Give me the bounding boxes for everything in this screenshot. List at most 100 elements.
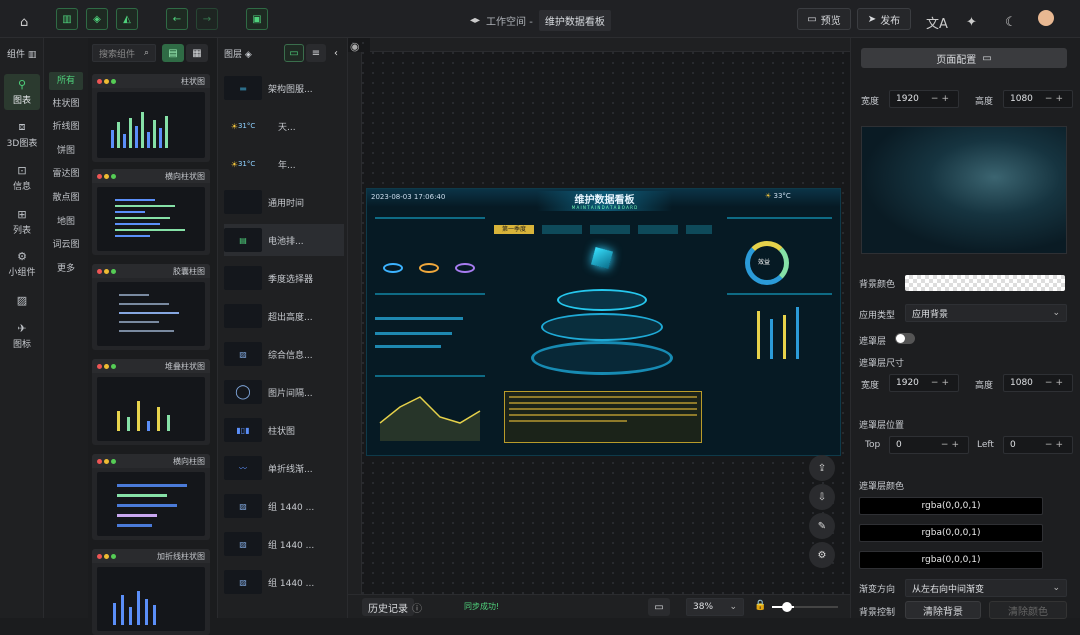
- collapse-panel-icon[interactable]: ‹: [328, 44, 344, 62]
- mask-pos-label: 遮罩层位置: [859, 421, 905, 431]
- mask-color-input[interactable]: rgba(0,0,0,1): [859, 524, 1043, 542]
- widget-card[interactable]: 横向柱图: [92, 454, 210, 540]
- layer-item[interactable]: 季度选择器: [224, 262, 344, 294]
- widget-card[interactable]: 柱状图: [92, 74, 210, 162]
- search-input[interactable]: 搜索组件 ⌕: [92, 44, 156, 62]
- bg-color-picker[interactable]: [905, 275, 1065, 291]
- widget-card[interactable]: 加折线柱状图: [92, 549, 210, 635]
- subcat-item[interactable]: 雷达图: [49, 165, 83, 183]
- rail-item-table[interactable]: ⊞ 列表: [4, 208, 40, 236]
- rail-item-icons[interactable]: ✈ 图标: [4, 322, 40, 350]
- undo-button[interactable]: ←: [166, 8, 188, 30]
- subcat-item[interactable]: 更多: [49, 260, 83, 278]
- layer-item[interactable]: ▨ 综合信息...: [224, 338, 344, 370]
- help-icon[interactable]: ⓘ: [412, 598, 422, 616]
- project-title[interactable]: 维护数据看板: [538, 10, 611, 31]
- clear-bg-button[interactable]: 清除背景: [905, 601, 981, 619]
- home-icon[interactable]: ⌂: [20, 11, 28, 33]
- dashboard-subtitle: M A I N T A I N D A T A B O A R D: [571, 205, 638, 210]
- subcat-item[interactable]: 折线图: [49, 118, 83, 136]
- stepper[interactable]: −+: [931, 378, 952, 388]
- layer-item-selected[interactable]: ▤ 电池排...: [224, 224, 344, 256]
- page-config-tab[interactable]: 页面配置 ▭: [861, 48, 1067, 68]
- subcat-item[interactable]: 词云图: [49, 236, 83, 254]
- eye-icon[interactable]: ◉: [350, 40, 360, 53]
- stepper[interactable]: −+: [1045, 94, 1066, 104]
- mask-color-input[interactable]: rgba(0,0,0,1): [859, 497, 1043, 515]
- layer-item[interactable]: ▨ 组 1440 ...: [224, 528, 344, 560]
- rail-item-3d[interactable]: ⧈ 3D图表: [4, 120, 40, 149]
- layer-list-view-button[interactable]: ≡: [306, 44, 326, 62]
- lock-icon[interactable]: 🔒: [754, 600, 766, 611]
- edit-icon[interactable]: ✎: [809, 513, 835, 539]
- layers-toggle-button[interactable]: ◈: [86, 8, 108, 30]
- apply-type-select[interactable]: 应用背景 ⌄: [905, 304, 1067, 322]
- dashboard-preview[interactable]: 2023-08-03 17:06:40 维护数据看板 M A I N T A I…: [366, 188, 841, 456]
- zoom-value: 38%: [693, 602, 714, 612]
- height-input[interactable]: 1080 −+: [1003, 90, 1073, 108]
- mask-width-input[interactable]: 1920 −+: [889, 374, 959, 392]
- detail-toggle-button[interactable]: ◭: [116, 8, 138, 30]
- list-view-button[interactable]: ▤: [162, 44, 184, 62]
- layer-item[interactable]: ☀ 31°C 天...: [224, 110, 344, 142]
- gradient-select[interactable]: 从左右向中间渐变 ⌄: [905, 579, 1067, 597]
- layer-item[interactable]: 〰单折线渐...: [224, 452, 344, 484]
- stepper[interactable]: −+: [941, 440, 962, 450]
- widget-card[interactable]: 胶囊柱图: [92, 264, 210, 350]
- rail-item-info[interactable]: ⊡ 信息: [4, 164, 40, 192]
- layers-title: 图层 ◈: [224, 50, 252, 60]
- layer-item[interactable]: 通用时间: [224, 186, 344, 218]
- mask-height-input[interactable]: 1080 −+: [1003, 374, 1073, 392]
- publish-button[interactable]: ➤ 发布: [857, 8, 911, 30]
- layer-item[interactable]: ▨ 组 1440 ...: [224, 566, 344, 598]
- left-input[interactable]: 0 −+: [1003, 436, 1073, 454]
- zoom-slider-handle[interactable]: [782, 602, 792, 612]
- subcat-item[interactable]: 地图: [49, 213, 83, 231]
- dark-mode-icon[interactable]: ☾: [1005, 11, 1017, 33]
- widget-icon: ⚙: [17, 250, 27, 263]
- subcat-item[interactable]: 柱状图: [49, 95, 83, 113]
- rail-item-widget[interactable]: ⚙ 小组件: [4, 250, 40, 278]
- magic-wand-icon[interactable]: ✦: [966, 11, 977, 33]
- zoom-slider[interactable]: [772, 602, 838, 612]
- zoom-select[interactable]: 38% ⌄: [686, 598, 744, 616]
- avatar[interactable]: [1038, 10, 1054, 26]
- layer-item[interactable]: ☀ 31°C 年...: [224, 148, 344, 180]
- layer-thumb-view-button[interactable]: ▭: [284, 44, 304, 62]
- chart-toggle-button[interactable]: ▥: [56, 8, 78, 30]
- background-image-preview[interactable]: [861, 126, 1067, 254]
- import-icon[interactable]: ⇪: [809, 455, 835, 481]
- history-button[interactable]: 历史记录: [362, 598, 414, 616]
- subcat-item[interactable]: 饼图: [49, 142, 83, 160]
- redo-button[interactable]: →: [196, 8, 218, 30]
- minimap-icon[interactable]: ▭: [648, 598, 670, 616]
- top-input[interactable]: 0 −+: [889, 436, 969, 454]
- layer-item[interactable]: 超出高度...: [224, 300, 344, 332]
- settings-icon[interactable]: ⚙: [809, 542, 835, 568]
- widget-card[interactable]: 横向柱状图: [92, 169, 210, 255]
- clear-color-button[interactable]: 清除颜色: [989, 601, 1067, 619]
- stepper[interactable]: −+: [931, 94, 952, 104]
- rail-item-image[interactable]: ▨: [4, 294, 40, 309]
- subcat-item[interactable]: 所有: [49, 72, 83, 90]
- preview-button[interactable]: ▭ 预览: [797, 8, 851, 30]
- apply-type-value: 应用背景: [912, 309, 949, 320]
- mask-toggle[interactable]: [895, 333, 915, 344]
- save-button[interactable]: ▣: [246, 8, 268, 30]
- layer-item[interactable]: ▬ 架构图服...: [224, 72, 344, 104]
- widget-card[interactable]: 堆叠柱状图: [92, 359, 210, 445]
- width-input[interactable]: 1920 −+: [889, 90, 959, 108]
- subcat-item[interactable]: 散点图: [49, 189, 83, 207]
- rail-item-chart[interactable]: ⚲ 图表: [4, 74, 40, 110]
- mask-color-input[interactable]: rgba(0,0,0,1): [859, 551, 1043, 569]
- stepper[interactable]: −+: [1045, 440, 1066, 450]
- stepper[interactable]: −+: [1045, 378, 1066, 388]
- translate-icon[interactable]: 文A: [926, 11, 948, 33]
- layer-item[interactable]: ▮▯▮ 柱状图: [224, 414, 344, 446]
- layer-item[interactable]: ▨ 组 1440 ...: [224, 490, 344, 522]
- card-header: 加折线柱状图: [92, 549, 210, 563]
- card-title: 加折线柱状图: [157, 551, 205, 561]
- grid-view-button[interactable]: ▦: [186, 44, 208, 62]
- export-icon[interactable]: ⇩: [809, 484, 835, 510]
- layer-item[interactable]: ◯ 图片间隔...: [224, 376, 344, 408]
